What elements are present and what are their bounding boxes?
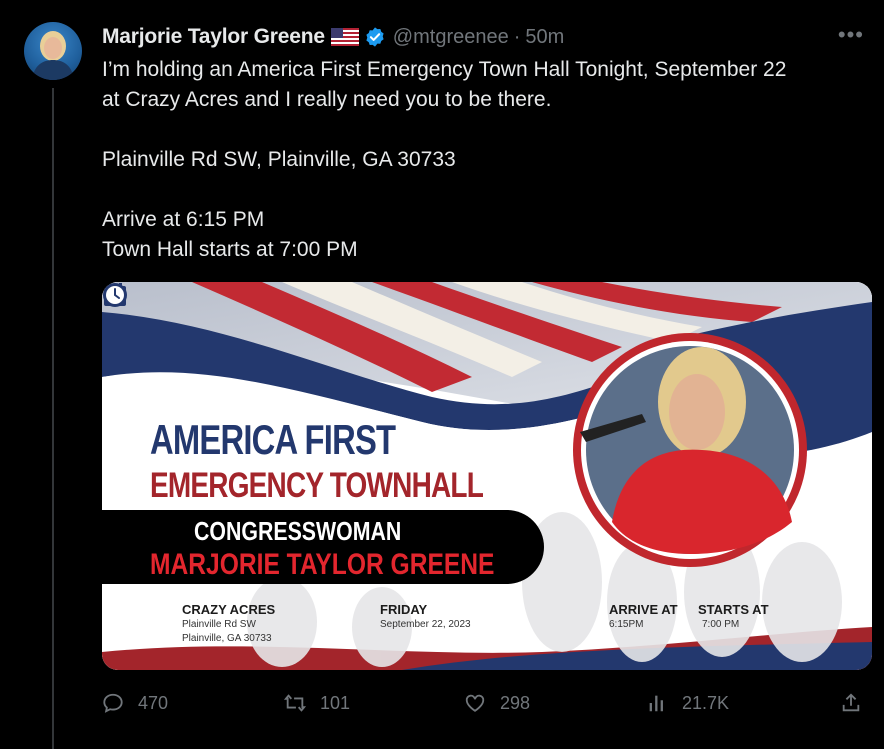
avatar[interactable] — [24, 22, 82, 80]
views-button[interactable]: 21.7K — [646, 692, 729, 714]
us-flag-icon — [330, 28, 359, 46]
tweet-actions: 470 101 298 21.7K — [102, 686, 872, 720]
flyer-banner-name: MARJORIE TAYLOR GREENE — [150, 548, 495, 581]
thread-line — [52, 88, 54, 749]
verified-icon[interactable] — [364, 26, 386, 48]
like-icon — [465, 694, 485, 712]
timestamp[interactable]: 50m — [525, 26, 564, 49]
tweet-media-flyer[interactable]: AMERICA FIRST EMERGENCY TOWNHALL CONGRES… — [102, 282, 872, 670]
flyer-starts-label: STARTS AT — [698, 602, 769, 617]
flyer-title-line1: AMERICA FIRST — [150, 416, 396, 463]
flyer-arrive-label: ARRIVE AT — [609, 602, 678, 617]
tweet-address: Plainville Rd SW, Plainville, GA 30733 — [102, 148, 456, 171]
more-icon[interactable]: ••• — [838, 22, 864, 48]
separator-dot: · — [513, 25, 521, 48]
flyer-day-label: FRIDAY — [380, 602, 428, 617]
repost-count: 101 — [320, 692, 351, 713]
author-name[interactable]: Marjorie Taylor Greene — [102, 25, 325, 49]
like-button[interactable]: 298 — [464, 692, 530, 714]
author-handle[interactable]: @mtgreenee — [393, 26, 509, 49]
views-count: 21.7K — [682, 692, 730, 713]
views-icon — [649, 695, 663, 712]
tweet-header: Marjorie Taylor Greene @mtgreenee · 50m … — [102, 22, 864, 52]
flyer-venue-label: CRAZY ACRES — [182, 602, 276, 617]
like-count: 298 — [500, 692, 531, 713]
flyer-starts-time: 7:00 PM — [702, 619, 740, 630]
flyer-title-line2: EMERGENCY TOWNHALL — [150, 466, 484, 505]
avatar-image — [32, 31, 74, 80]
share-icon — [842, 693, 860, 712]
flyer-banner-title: CONGRESSWOMAN — [194, 516, 402, 546]
tweet-line: I’m holding an America First Emergency T… — [102, 58, 787, 81]
tweet-arrive: Arrive at 6:15 PM — [102, 208, 265, 231]
tweet-line: at Crazy Acres and I really need you to … — [102, 88, 552, 111]
reply-button[interactable]: 470 — [102, 692, 168, 714]
flyer-date: September 22, 2023 — [380, 619, 471, 630]
reply-icon — [103, 693, 123, 713]
share-button[interactable] — [840, 692, 876, 714]
reply-count: 470 — [138, 692, 169, 713]
flyer-venue-line2: Plainville, GA 30733 — [182, 633, 272, 644]
flyer-venue-line1: Plainville Rd SW — [182, 619, 256, 630]
repost-button[interactable]: 101 — [284, 692, 350, 714]
clock-icon — [103, 283, 127, 307]
tweet-text: I’m holding an America First Emergency T… — [102, 55, 872, 265]
flyer-arrive-time: 6:15PM — [609, 619, 644, 630]
repost-icon — [284, 694, 306, 712]
tweet-starts: Town Hall starts at 7:00 PM — [102, 238, 358, 261]
